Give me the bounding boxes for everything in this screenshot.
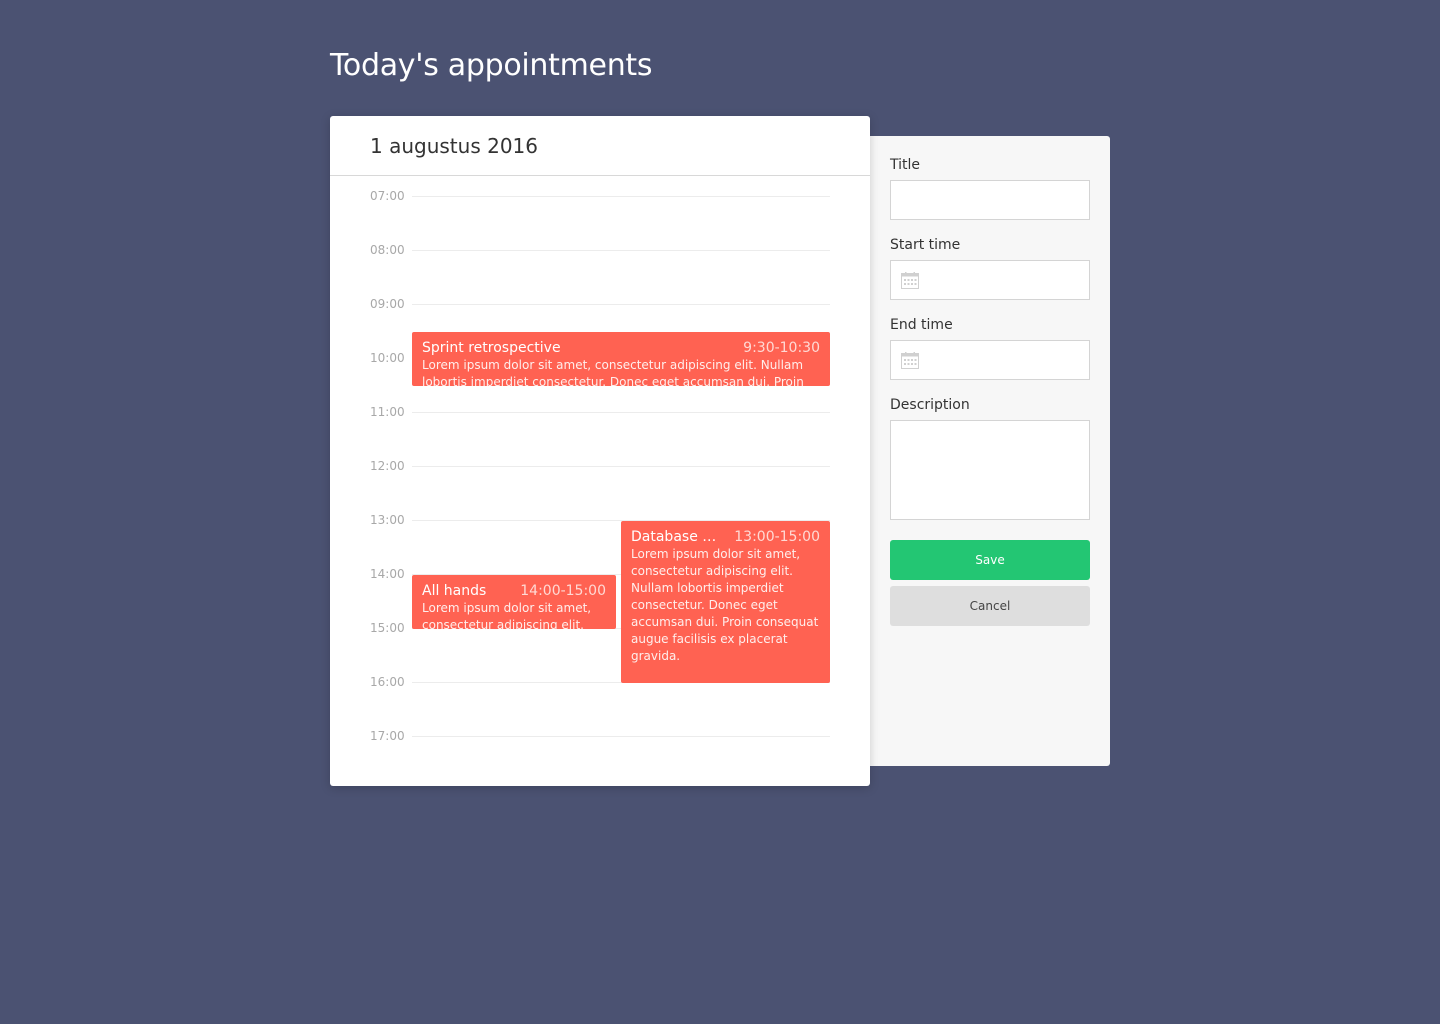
calendar-header: 1 augustus 2016 (330, 116, 870, 176)
hour-label: 08:00 (370, 243, 405, 257)
cancel-button[interactable]: Cancel (890, 586, 1090, 626)
start-time-field[interactable] (891, 261, 1089, 299)
event-title: Sprint retrospective (422, 340, 561, 356)
event-description: Lorem ipsum dolor sit amet, consectetur … (422, 601, 592, 629)
hour-label: 11:00 (370, 405, 405, 419)
event-time: 13:00-15:00 (734, 529, 820, 545)
event-time: 14:00-15:00 (520, 583, 606, 599)
event-description: Lorem ipsum dolor sit amet, consectetur … (631, 547, 819, 663)
hour-label: 15:00 (370, 621, 405, 635)
title-label: Title (890, 157, 921, 173)
hour-label: 14:00 (370, 567, 405, 581)
hour-label: 17:00 (370, 729, 405, 743)
page-title: Today's appointments (330, 48, 653, 83)
timeline: 07:00 08:00 09:00 10:00 11:00 12:00 13:0… (330, 176, 870, 786)
description-field[interactable] (891, 421, 1089, 519)
hour-label: 12:00 (370, 459, 405, 473)
appointment-form: Title Start time End time Description Sa… (870, 136, 1110, 766)
event-title: All hands (422, 583, 487, 599)
end-time-label: End time (890, 317, 953, 333)
hour-label: 07:00 (370, 189, 405, 203)
description-field-wrapper (890, 420, 1090, 520)
hour-label: 13:00 (370, 513, 405, 527)
title-field[interactable] (891, 181, 1089, 219)
event-header: Database migr... 13:00-15:00 (631, 529, 820, 545)
calendar-icon[interactable] (901, 352, 919, 369)
hour-row: 09:00 (330, 294, 870, 314)
hour-gridline (412, 736, 830, 737)
start-time-field-wrapper (890, 260, 1090, 300)
hour-row: 11:00 (330, 402, 870, 422)
hour-row: 07:00 (330, 186, 870, 206)
save-button[interactable]: Save (890, 540, 1090, 580)
hour-row: 12:00 (330, 456, 870, 476)
hour-gridline (412, 250, 830, 251)
hour-gridline (412, 466, 830, 467)
event-title: Database migr... (631, 529, 727, 545)
description-label: Description (890, 397, 970, 413)
event-time: 9:30-10:30 (743, 340, 820, 356)
title-field-wrapper (890, 180, 1090, 220)
calendar-card: 1 augustus 2016 07:00 08:00 09:00 10:00 … (330, 116, 870, 786)
hour-row: 08:00 (330, 240, 870, 260)
event-header: All hands 14:00-15:00 (422, 583, 606, 599)
event-all-hands[interactable]: All hands 14:00-15:00 Lorem ipsum dolor … (412, 575, 616, 629)
event-database-migration[interactable]: Database migr... 13:00-15:00 Lorem ipsum… (621, 521, 830, 683)
hour-gridline (412, 412, 830, 413)
hour-label: 16:00 (370, 675, 405, 689)
event-header: Sprint retrospective 9:30-10:30 (422, 340, 820, 356)
hour-label: 10:00 (370, 351, 405, 365)
event-description: Lorem ipsum dolor sit amet, consectetur … (422, 358, 804, 386)
start-time-label: Start time (890, 237, 961, 253)
hour-gridline (412, 304, 830, 305)
end-time-field[interactable] (891, 341, 1089, 379)
calendar-icon[interactable] (901, 272, 919, 289)
event-sprint-retrospective[interactable]: Sprint retrospective 9:30-10:30 Lorem ip… (412, 332, 830, 386)
hour-gridline (412, 196, 830, 197)
end-time-field-wrapper (890, 340, 1090, 380)
hour-label: 09:00 (370, 297, 405, 311)
calendar-date: 1 augustus 2016 (370, 133, 538, 158)
hour-row: 17:00 (330, 726, 870, 746)
